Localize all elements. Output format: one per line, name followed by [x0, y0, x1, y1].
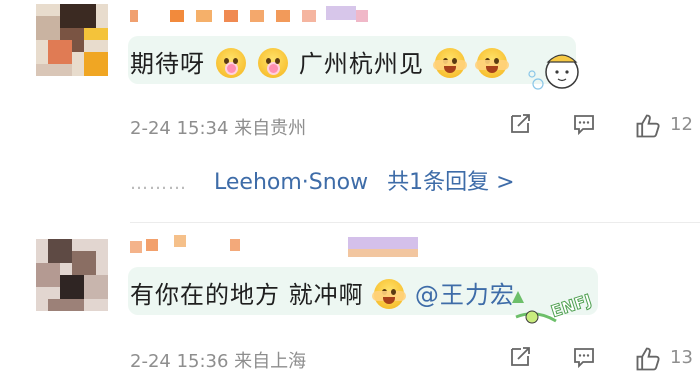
repost-icon[interactable] — [508, 345, 532, 369]
enfj-sticker-icon: ENFJ — [512, 290, 594, 324]
reply-author[interactable]: Leehom·Snow — [214, 170, 368, 195]
replies-link[interactable]: ……… Leehom·Snow 共1条回复 > — [130, 164, 515, 196]
comment-icon[interactable] — [572, 112, 596, 136]
comment-text-part: 期待呀 — [130, 50, 205, 78]
like-count: 12 — [670, 114, 693, 135]
like-count: 13 — [670, 347, 693, 368]
comment-actions: 12 — [0, 112, 700, 142]
cartoon-sticker-icon — [528, 54, 579, 90]
avatar[interactable] — [36, 4, 108, 76]
avatar[interactable] — [36, 239, 108, 311]
love-emoji-icon — [372, 279, 407, 309]
reply-dots: ……… — [130, 173, 187, 194]
comment-text-part: 有你在的地方 就冲啊 — [130, 281, 364, 309]
reply-summary[interactable]: 共1条回复 > — [387, 170, 514, 195]
comment-item: 期待呀 广州杭州见 2-24 15:34 来自贵州 12 ……… Leehom·… — [0, 0, 700, 222]
comment-actions: 13 — [0, 345, 700, 375]
mention-link[interactable]: @王力宏 — [415, 281, 515, 309]
comment-icon[interactable] — [572, 345, 596, 369]
comment-text: 期待呀 广州杭州见 — [130, 44, 510, 79]
sticker-text: ENFJ — [549, 290, 594, 321]
repost-icon[interactable] — [508, 112, 532, 136]
thumbs-up-icon[interactable] — [634, 345, 662, 373]
thumbs-up-icon[interactable] — [634, 112, 662, 140]
excited-emoji-icon — [432, 48, 467, 78]
excited-emoji-icon — [475, 48, 510, 78]
flower-emoji-icon — [215, 48, 246, 78]
comment-text: 有你在的地方 就冲啊 @王力宏 — [130, 275, 515, 310]
flower-emoji-icon — [258, 48, 289, 78]
comment-text-part: 广州杭州见 — [298, 50, 424, 78]
comment-item: 有你在的地方 就冲啊 @王力宏 ENFJ 2-24 15:36 来自上海 13 — [0, 223, 700, 392]
